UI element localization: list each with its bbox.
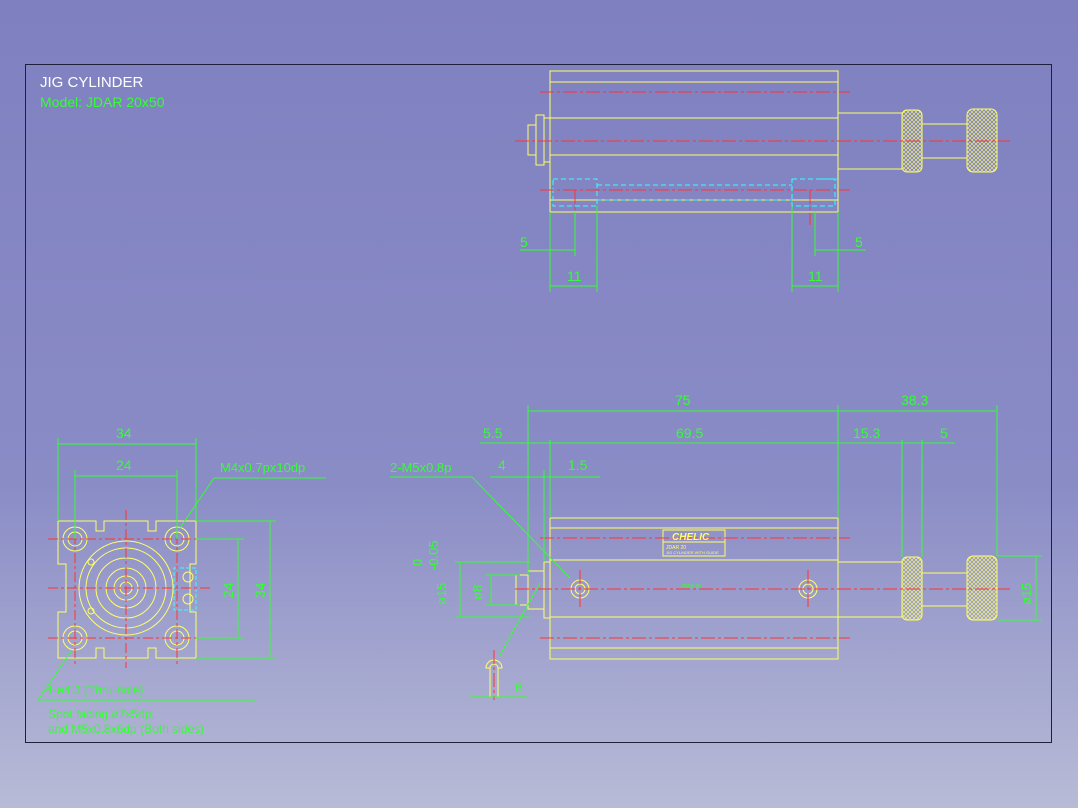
dim-front-24: 24: [116, 457, 132, 473]
thread-callout: M4x0.7px10dp: [220, 460, 305, 475]
dim-side-1-5: 1.5: [568, 457, 588, 473]
dim-side-4: 4: [498, 457, 506, 473]
side-view-knob: [966, 555, 998, 621]
dim-side-6: 6: [515, 679, 523, 695]
dim-side-5: 5: [940, 425, 948, 441]
brand-name: CHELIC: [672, 532, 710, 543]
brand-line-2: JIG CYLINDER WITH GUIDE: [666, 550, 719, 555]
drawing-model: Model: JDAR 20x50: [40, 94, 165, 110]
dim-front-34: 34: [116, 425, 132, 441]
dim-side-rod-dia: ø15: [434, 583, 449, 605]
dim-side-15-3: 15.3: [853, 425, 880, 441]
dim-top-left-11: 11: [567, 268, 582, 284]
side-small-text: JDAR 20: [681, 584, 701, 590]
hole-note-1: 4-ø4.3 (Thru-hole): [46, 683, 143, 697]
hole-note-3: and M5x0.8x6dp (Both sides): [48, 722, 204, 736]
dim-top-left-5: 5: [520, 234, 528, 250]
dim-side-69-5: 69.5: [676, 425, 703, 441]
dim-top-right-11: 11: [808, 268, 823, 284]
side-view: 75 38.3 5.5 69.5 15.3 5 4 1.5 2-M5x0.8p …: [390, 392, 1042, 700]
dim-side-38-3: 38.3: [901, 392, 928, 408]
top-view: 5 11 11 5: [515, 70, 1010, 292]
cad-viewport[interactable]: JIG CYLINDER Model: JDAR 20x50 5 11 11 5…: [0, 0, 1078, 808]
drawing-title: JIG CYLINDER: [40, 74, 144, 91]
dim-top-right-5: 5: [855, 234, 863, 250]
dim-side-shaft-dia: ø8: [470, 585, 485, 600]
dim-front-34-vertical: 34: [252, 582, 268, 598]
tolerance-upper: 0: [410, 559, 425, 566]
tolerance-lower: -0.05: [426, 540, 441, 570]
dim-side-knob-dia: ø15: [1019, 583, 1034, 605]
hole-note-2: Spot facing ø7x5dp,: [48, 707, 155, 721]
drawing-canvas: JIG CYLINDER Model: JDAR 20x50 5 11 11 5…: [37, 70, 1042, 736]
port-callout: 2-M5x0.8p: [390, 460, 451, 475]
dim-front-24-vertical: 24: [220, 582, 236, 598]
front-view: 34 24 M4x0.7px10dp 4-ø4.3 (Thru-hole) Sp…: [37, 425, 326, 736]
dim-side-75: 75: [675, 392, 691, 408]
dim-side-5-5: 5.5: [483, 425, 503, 441]
